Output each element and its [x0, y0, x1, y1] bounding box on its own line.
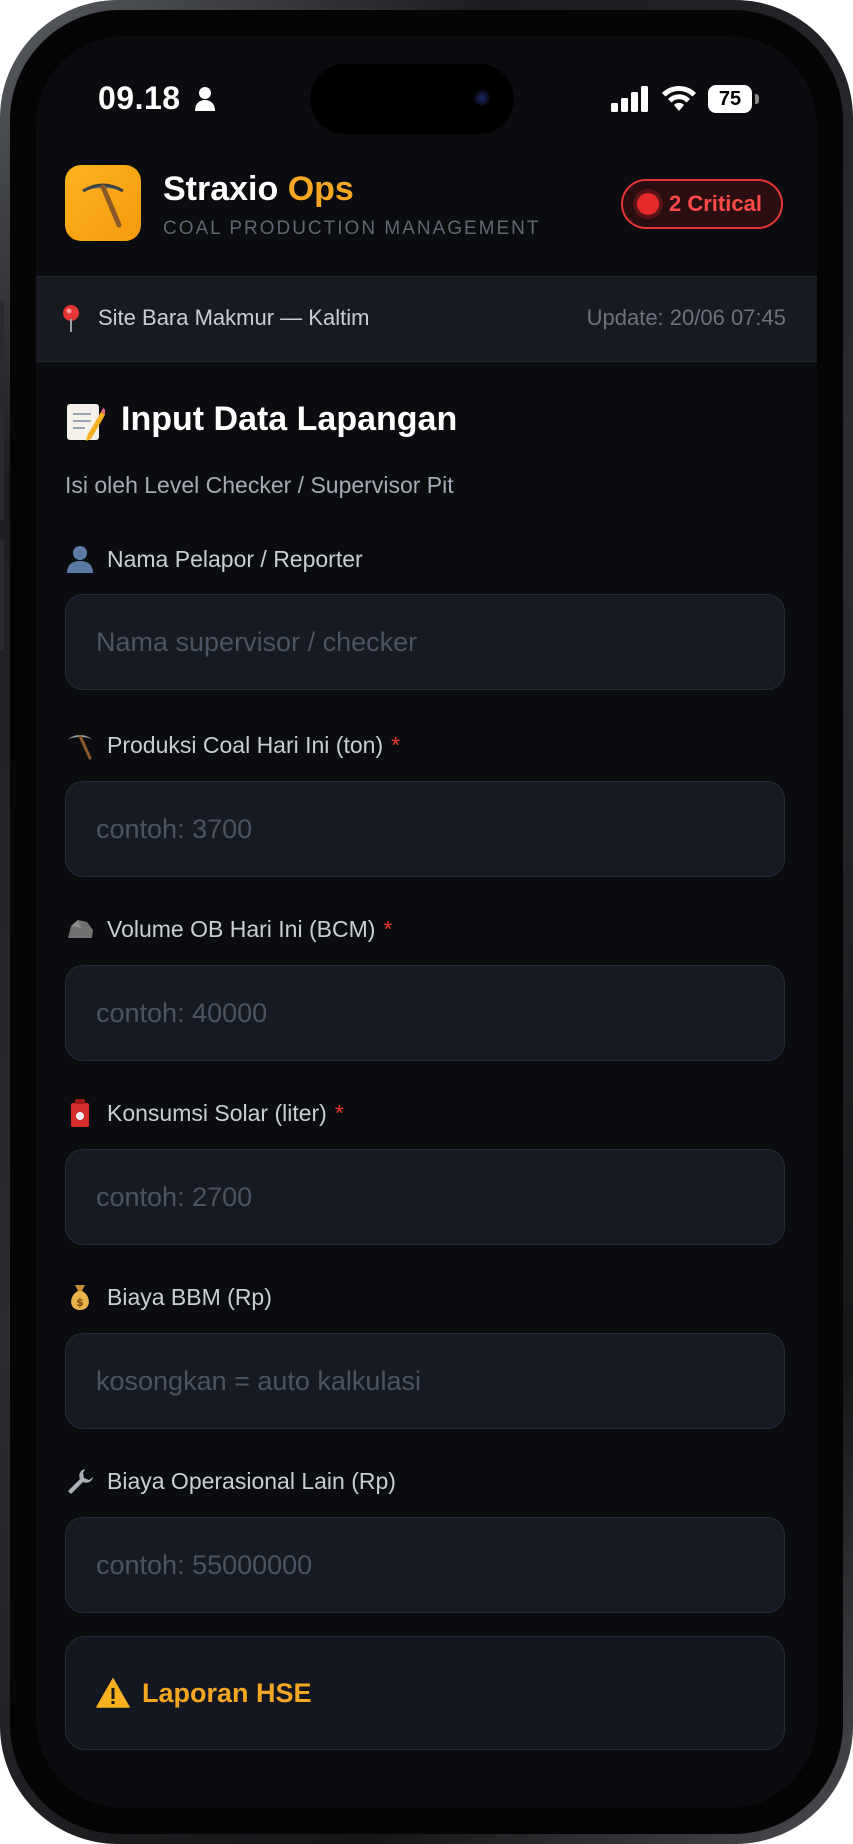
svg-text:$: $	[76, 1296, 84, 1309]
person-icon	[67, 546, 93, 573]
location-pin-icon	[63, 305, 79, 332]
battery-tip	[755, 94, 759, 104]
camera-icon	[474, 90, 490, 106]
field-label-text: Volume OB Hari Ini (BCM)	[107, 915, 376, 942]
alert-dot-icon	[637, 193, 659, 215]
critical-alert-badge[interactable]: 2 Critical	[621, 179, 783, 229]
field-label-diesel: Konsumsi Solar (liter) *	[65, 1098, 344, 1128]
battery-level: 75	[708, 85, 752, 113]
action-button	[0, 300, 4, 364]
field-label-reporter: Nama Pelapor / Reporter	[65, 544, 363, 574]
field-label-text: Biaya Operasional Lain (Rp)	[107, 1467, 396, 1494]
cellular-signal-icon	[611, 86, 648, 112]
volume-up-button	[0, 410, 4, 520]
memo-icon	[67, 404, 105, 441]
required-marker: *	[383, 915, 393, 942]
site-info-bar: Site Bara Makmur — Kaltim Update: 20/06 …	[36, 276, 817, 362]
fuel-cost-input[interactable]	[65, 1333, 785, 1429]
critical-badge-label: 2 Critical	[669, 191, 762, 216]
battery-indicator: 75	[708, 85, 759, 113]
last-update-time: Update: 20/06 07:45	[586, 305, 786, 330]
hse-report-button[interactable]: Laporan HSE	[65, 1636, 785, 1750]
wifi-icon	[662, 85, 696, 111]
status-time: 09.18	[98, 80, 181, 116]
section-title: Input Data Lapangan	[121, 400, 458, 438]
required-marker: *	[391, 731, 401, 758]
field-label-ob-volume: Volume OB Hari Ini (BCM) *	[65, 914, 392, 944]
app-logo	[65, 165, 141, 241]
other-cost-input[interactable]	[65, 1517, 785, 1613]
money-bag-icon: $	[71, 1285, 89, 1310]
hse-report-label: Laporan HSE	[142, 1677, 312, 1708]
fuel-icon	[71, 1099, 89, 1127]
field-label-text: Konsumsi Solar (liter)	[107, 1099, 327, 1126]
app-title-accent: Ops	[287, 170, 354, 208]
required-marker: *	[334, 1099, 344, 1126]
dynamic-island	[310, 64, 514, 134]
field-label-coal-production: Produksi Coal Hari Ini (ton) *	[65, 730, 400, 760]
pickaxe-icon	[68, 734, 92, 760]
section-subtitle: Isi oleh Level Checker / Supervisor Pit	[65, 472, 454, 498]
wrench-icon	[68, 1469, 93, 1494]
site-name: Site Bara Makmur — Kaltim	[98, 305, 370, 330]
ob-volume-input[interactable]	[65, 965, 785, 1061]
field-label-text: Nama Pelapor / Reporter	[107, 545, 363, 572]
pickaxe-logo-icon	[82, 183, 124, 228]
field-label-other-cost: Biaya Operasional Lain (Rp)	[65, 1466, 396, 1496]
field-label-fuel-cost: $ Biaya BBM (Rp)	[65, 1282, 272, 1312]
app-title: Straxio Ops	[163, 170, 354, 209]
app-subtitle: COAL PRODUCTION MANAGEMENT	[163, 218, 541, 239]
reporter-name-input[interactable]	[65, 594, 785, 690]
app-screen: 09.18 75 Straxio Ops COAL PRODUCTION MAN…	[36, 36, 817, 1808]
diesel-consumption-input[interactable]	[65, 1149, 785, 1245]
volume-down-button	[0, 540, 4, 650]
rock-icon	[68, 920, 93, 938]
power-button	[849, 440, 853, 610]
app-title-main: Straxio	[163, 170, 279, 208]
warning-icon	[96, 1678, 130, 1708]
person-icon	[195, 87, 215, 111]
field-label-text: Biaya BBM (Rp)	[107, 1283, 272, 1310]
field-label-text: Produksi Coal Hari Ini (ton)	[107, 731, 384, 758]
phone-frame: 09.18 75 Straxio Ops COAL PRODUCTION MAN…	[0, 0, 853, 1844]
coal-production-input[interactable]	[65, 781, 785, 877]
